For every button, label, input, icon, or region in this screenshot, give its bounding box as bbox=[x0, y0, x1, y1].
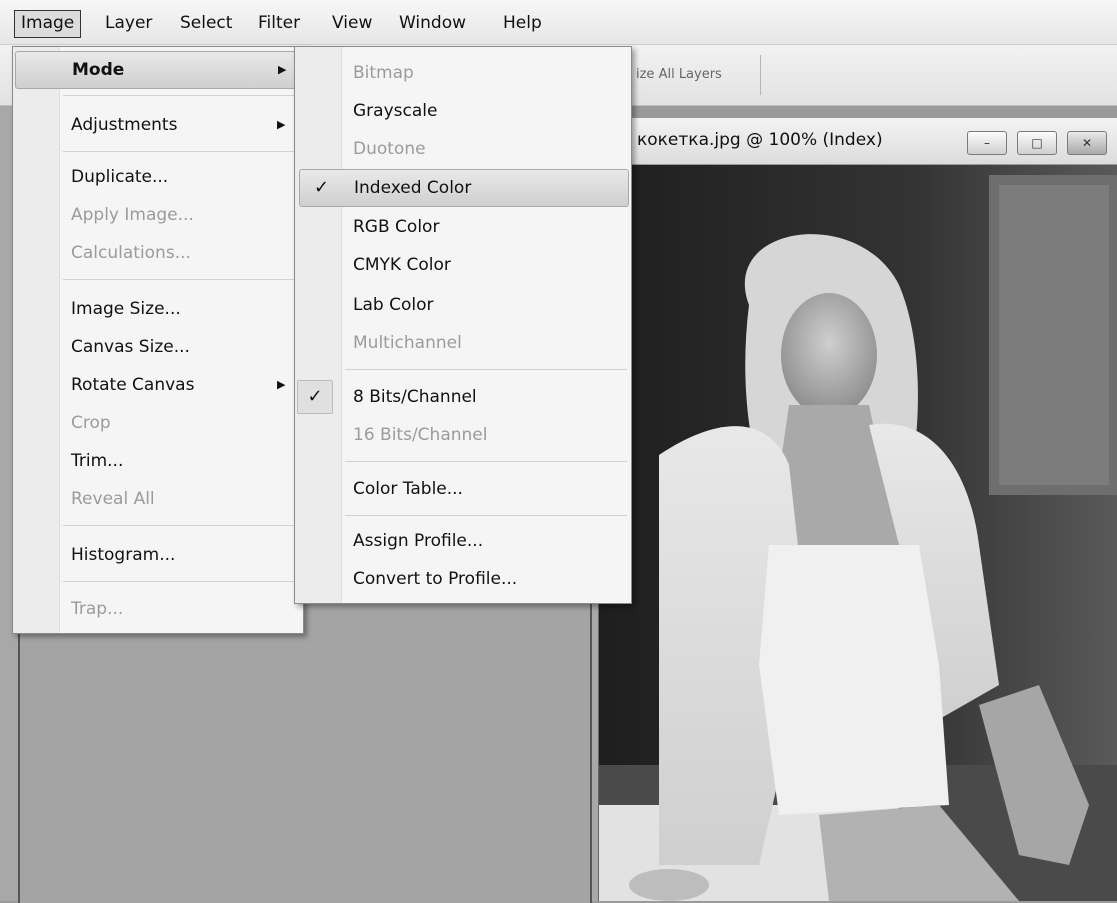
submenu-arrow-icon: ▶ bbox=[277, 118, 286, 131]
workspace-panel bbox=[18, 600, 592, 903]
menu-bar: Image Layer Select Filter View Window He… bbox=[0, 0, 1117, 45]
menu-item-label: Bitmap bbox=[353, 63, 414, 83]
menu-item-16-bits-channel[interactable]: 16 Bits/Channel bbox=[295, 417, 631, 453]
menu-item-label: Duplicate... bbox=[71, 167, 169, 187]
menu-item-crop[interactable]: Crop bbox=[13, 405, 303, 441]
menu-item-label: Adjustments bbox=[71, 115, 178, 135]
menu-item-label: Duotone bbox=[353, 139, 426, 159]
document-title: кокетка.jpg @ 100% (Index) bbox=[637, 130, 883, 150]
menu-item-reveal-all[interactable]: Reveal All bbox=[13, 481, 303, 517]
photo-image bbox=[599, 165, 1117, 901]
image-menu: Mode ▶ Adjustments ▶ Duplicate... Apply … bbox=[12, 46, 304, 634]
menu-filter[interactable]: Filter bbox=[252, 10, 306, 36]
menu-separator bbox=[63, 279, 299, 280]
minimize-icon: – bbox=[984, 136, 990, 150]
menu-help[interactable]: Help bbox=[497, 10, 548, 36]
menu-image[interactable]: Image bbox=[14, 10, 82, 38]
document-window: кокетка.jpg @ 100% (Index) – □ ✕ bbox=[598, 118, 1117, 901]
menu-item-label: Mode bbox=[72, 60, 125, 80]
menu-item-label: CMYK Color bbox=[353, 255, 451, 275]
menu-item-rgb-color[interactable]: RGB Color bbox=[295, 209, 631, 245]
menu-separator bbox=[345, 461, 627, 462]
menu-item-label: Multichannel bbox=[353, 333, 462, 353]
check-icon: ✓ bbox=[297, 380, 333, 414]
menu-item-label: Color Table... bbox=[353, 479, 463, 499]
menu-window[interactable]: Window bbox=[393, 10, 472, 36]
menu-item-label: Grayscale bbox=[353, 101, 438, 121]
menu-item-label: Lab Color bbox=[353, 295, 434, 315]
document-photo[interactable] bbox=[599, 165, 1117, 901]
menu-item-adjustments[interactable]: Adjustments ▶ bbox=[13, 107, 303, 143]
menu-item-trap[interactable]: Trap... bbox=[13, 591, 303, 627]
menu-item-label: 8 Bits/Channel bbox=[353, 387, 477, 407]
document-titlebar[interactable]: кокетка.jpg @ 100% (Index) – □ ✕ bbox=[599, 118, 1117, 165]
menu-view[interactable]: View bbox=[326, 10, 378, 36]
menu-item-label: 16 Bits/Channel bbox=[353, 425, 488, 445]
menu-item-duotone[interactable]: Duotone bbox=[295, 131, 631, 167]
menu-item-label: Calculations... bbox=[71, 243, 191, 263]
menu-item-label: Apply Image... bbox=[71, 205, 194, 225]
close-icon: ✕ bbox=[1081, 136, 1093, 150]
check-icon: ✓ bbox=[314, 177, 330, 198]
menu-item-canvas-size[interactable]: Canvas Size... bbox=[13, 329, 303, 365]
menu-item-label: Trim... bbox=[71, 451, 124, 471]
menu-separator bbox=[345, 515, 627, 516]
restore-icon: □ bbox=[1031, 136, 1043, 150]
menu-item-multichannel[interactable]: Multichannel bbox=[295, 325, 631, 361]
menu-item-apply-image[interactable]: Apply Image... bbox=[13, 197, 303, 233]
menu-item-label: Assign Profile... bbox=[353, 531, 484, 551]
menu-item-assign-profile[interactable]: Assign Profile... bbox=[295, 523, 631, 559]
menu-item-label: Indexed Color bbox=[354, 178, 472, 198]
menu-item-grayscale[interactable]: Grayscale bbox=[295, 93, 631, 129]
menu-separator bbox=[63, 95, 299, 96]
menu-item-label: Convert to Profile... bbox=[353, 569, 518, 589]
menu-item-cmyk-color[interactable]: CMYK Color bbox=[295, 247, 631, 283]
menu-item-label: Crop bbox=[71, 413, 111, 433]
menu-item-image-size[interactable]: Image Size... bbox=[13, 291, 303, 327]
submenu-arrow-icon: ▶ bbox=[278, 63, 287, 76]
menu-item-8-bits-channel[interactable]: ✓ 8 Bits/Channel bbox=[295, 379, 631, 415]
options-separator bbox=[760, 55, 761, 95]
menu-separator bbox=[63, 581, 299, 582]
menu-item-label: Image Size... bbox=[71, 299, 181, 319]
menu-item-label: RGB Color bbox=[353, 217, 440, 237]
menu-select[interactable]: Select bbox=[174, 10, 238, 36]
menu-item-rotate-canvas[interactable]: Rotate Canvas ▶ bbox=[13, 367, 303, 403]
menu-separator bbox=[63, 525, 299, 526]
menu-item-color-table[interactable]: Color Table... bbox=[295, 471, 631, 507]
menu-item-trim[interactable]: Trim... bbox=[13, 443, 303, 479]
sample-all-layers-label[interactable]: ize All Layers bbox=[636, 67, 722, 82]
mode-submenu: Bitmap Grayscale Duotone ✓ Indexed Color… bbox=[294, 46, 632, 604]
menu-item-histogram[interactable]: Histogram... bbox=[13, 537, 303, 573]
submenu-arrow-icon: ▶ bbox=[277, 378, 286, 391]
menu-item-label: Rotate Canvas bbox=[71, 375, 195, 395]
menu-item-label: Histogram... bbox=[71, 545, 176, 565]
menu-item-label: Canvas Size... bbox=[71, 337, 190, 357]
menu-item-convert-to-profile[interactable]: Convert to Profile... bbox=[295, 561, 631, 597]
close-button[interactable]: ✕ bbox=[1067, 131, 1107, 155]
menu-layer[interactable]: Layer bbox=[99, 10, 158, 36]
menu-item-label: Reveal All bbox=[71, 489, 155, 509]
menu-item-mode[interactable]: Mode ▶ bbox=[15, 51, 301, 89]
restore-button[interactable]: □ bbox=[1017, 131, 1057, 155]
menu-separator bbox=[345, 369, 627, 370]
menu-separator bbox=[63, 151, 299, 152]
menu-item-bitmap[interactable]: Bitmap bbox=[295, 55, 631, 91]
menu-item-indexed-color[interactable]: ✓ Indexed Color bbox=[299, 169, 629, 207]
menu-item-calculations[interactable]: Calculations... bbox=[13, 235, 303, 271]
minimize-button[interactable]: – bbox=[967, 131, 1007, 155]
menu-item-label: Trap... bbox=[71, 599, 124, 619]
menu-item-lab-color[interactable]: Lab Color bbox=[295, 287, 631, 323]
menu-item-duplicate[interactable]: Duplicate... bbox=[13, 159, 303, 195]
